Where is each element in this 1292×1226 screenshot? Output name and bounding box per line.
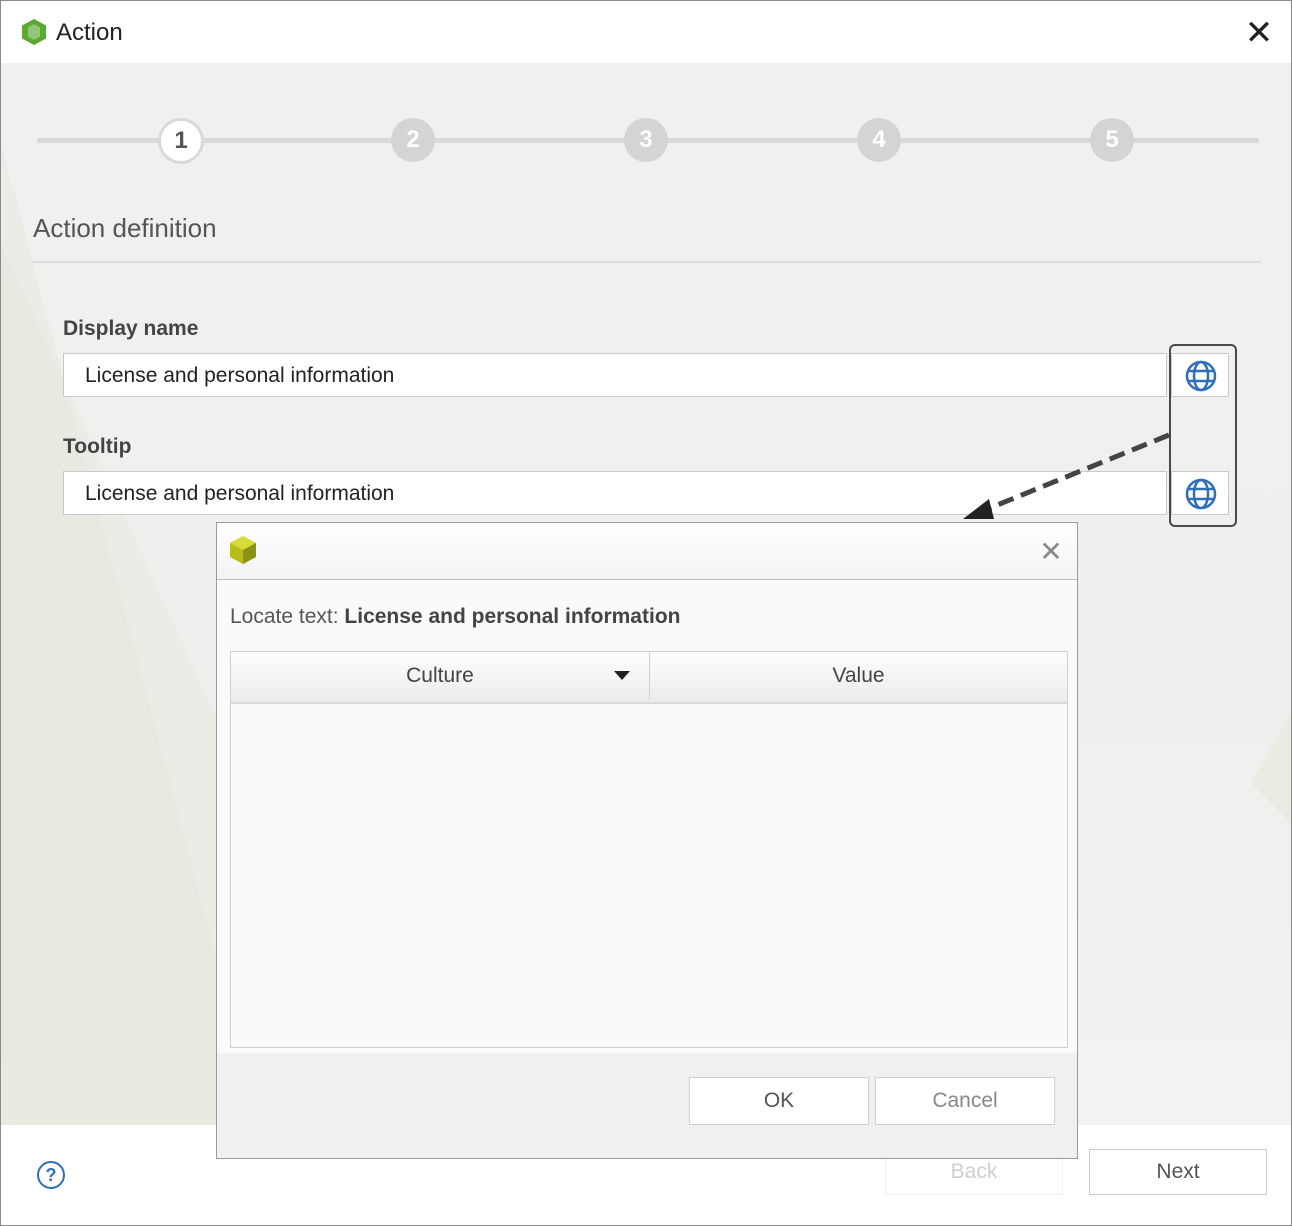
locate-text-row: Locate text: License and personal inform…: [230, 605, 680, 629]
app-logo-icon: [22, 19, 46, 45]
column-header-culture[interactable]: Culture: [231, 652, 650, 700]
column-header-value[interactable]: Value: [650, 652, 1067, 700]
action-window: Action ✕ 1 2 3 4 5 Action definition Dis…: [0, 0, 1292, 1226]
column-header-culture-label: Culture: [406, 664, 474, 687]
close-icon: ✕: [1039, 536, 1063, 567]
cube-logo-icon: [230, 536, 256, 564]
window-title: Action: [56, 19, 123, 46]
dialog-title-bar: ✕: [217, 523, 1077, 580]
cancel-button[interactable]: Cancel: [875, 1077, 1055, 1125]
dialog-footer: OK Cancel: [217, 1053, 1077, 1158]
dropdown-arrow-icon[interactable]: [614, 671, 630, 680]
ok-button[interactable]: OK: [689, 1077, 869, 1125]
help-icon[interactable]: ?: [37, 1161, 65, 1189]
locate-text-value: License and personal information: [344, 605, 681, 628]
translations-grid: Culture Value: [230, 651, 1068, 1048]
dialog-close-button[interactable]: ✕: [1035, 537, 1067, 569]
locate-text-label: Locate text:: [230, 605, 345, 628]
locate-text-dialog: ✕ Locate text: License and personal info…: [216, 522, 1078, 1159]
close-icon: ✕: [1244, 14, 1274, 52]
close-window-button[interactable]: ✕: [1239, 13, 1279, 53]
next-button[interactable]: Next: [1089, 1149, 1267, 1195]
title-bar: Action ✕: [1, 1, 1291, 63]
grid-header: Culture Value: [231, 652, 1067, 704]
column-header-value-label: Value: [832, 664, 885, 687]
